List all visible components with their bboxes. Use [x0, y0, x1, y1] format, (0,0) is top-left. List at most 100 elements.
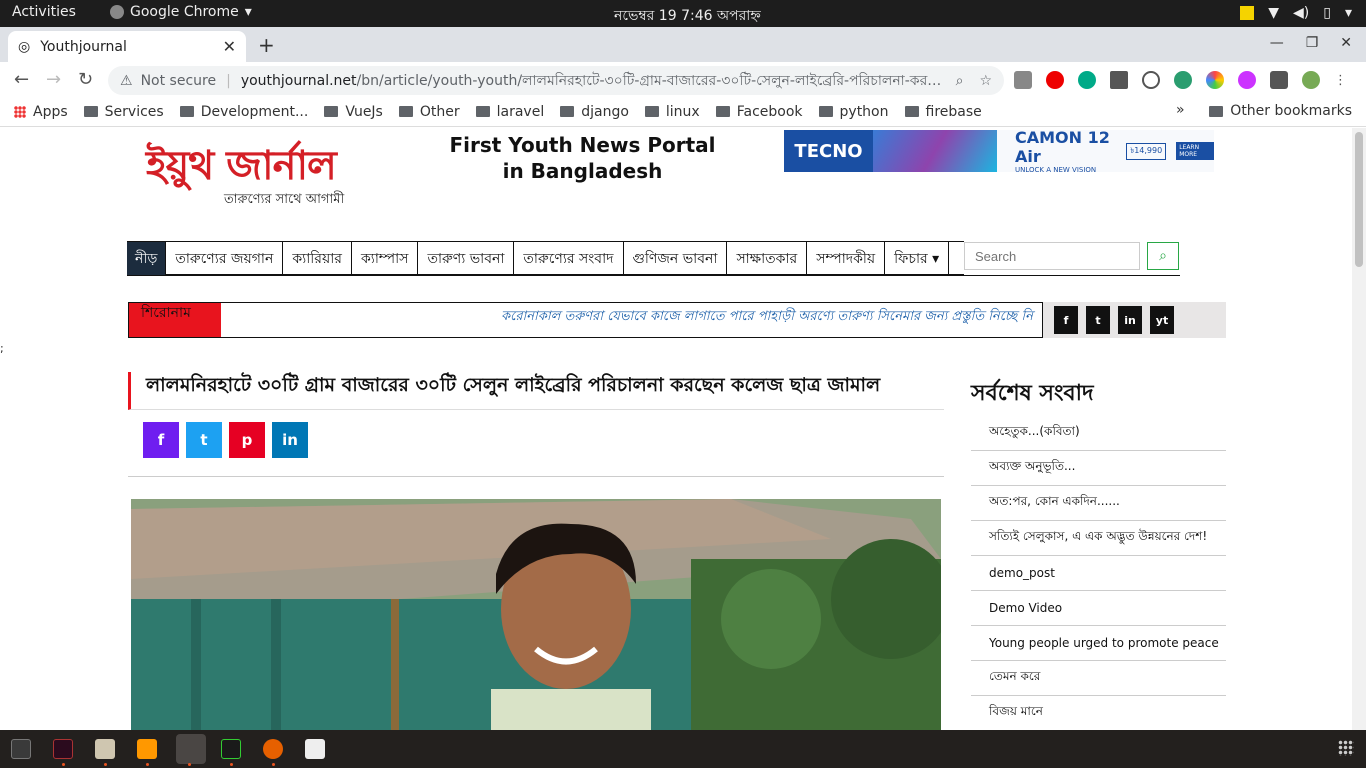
close-window-icon[interactable]: ✕: [1340, 35, 1352, 51]
site-search-input[interactable]: [964, 242, 1140, 270]
twitter-icon[interactable]: t: [1086, 306, 1110, 334]
nav-item[interactable]: তারুণ্যের জয়গান: [166, 242, 284, 275]
site-logo[interactable]: ইয়ুথ জার্নাল তারুণ্যের সাথে আগামী: [146, 144, 366, 214]
ad-banner[interactable]: TECNO CAMON 12 Air UNLOCK A NEW VISION ৳1…: [784, 128, 1214, 174]
restore-icon[interactable]: ❐: [1306, 35, 1319, 51]
terminal-icon[interactable]: [11, 739, 31, 759]
chevron-down-icon: ▾: [244, 4, 252, 20]
close-tab-icon[interactable]: ✕: [223, 37, 236, 56]
text-editor-icon[interactable]: [305, 739, 325, 759]
list-item[interactable]: তেমন করে: [971, 661, 1226, 696]
menu-icon[interactable]: ⋮: [1334, 73, 1347, 88]
warning-icon[interactable]: ⚠: [120, 73, 133, 89]
terminal-dark-icon[interactable]: [53, 739, 73, 759]
new-tab-button[interactable]: +: [258, 33, 275, 57]
color-icon[interactable]: [1206, 71, 1224, 89]
move-icon[interactable]: [1110, 71, 1128, 89]
list-item[interactable]: অব্যক্ত অনুভূতি...: [971, 451, 1226, 486]
vpn-icon[interactable]: [1142, 71, 1160, 89]
show-apps-icon[interactable]: [1338, 740, 1354, 756]
address-bar[interactable]: ⚠ Not secure | youthjournal.net /bn/arti…: [108, 66, 1004, 95]
url-path: /bn/article/youth-youth/লালমনিরহাটে-৩০টি…: [356, 72, 944, 89]
bookmark-folder[interactable]: Development...: [179, 104, 308, 120]
puzzle-icon[interactable]: [1270, 71, 1288, 89]
bookmark-label: VueJs: [345, 103, 383, 120]
zoom-icon[interactable]: ⌕: [956, 73, 964, 89]
search-icon[interactable]: ⌕: [1147, 242, 1179, 270]
bookmark-folder[interactable]: laravel: [475, 104, 544, 120]
reload-icon[interactable]: ↻: [78, 69, 93, 90]
linkedin-icon[interactable]: in: [1118, 306, 1142, 334]
mail-icon[interactable]: [1078, 71, 1096, 89]
nav-item[interactable]: তারুণ্য ভাবনা: [418, 242, 515, 275]
nav-item[interactable]: ক্যাম্পাস: [352, 242, 419, 275]
pycharm-icon[interactable]: [221, 739, 241, 759]
minimize-icon[interactable]: —: [1270, 35, 1284, 51]
facebook-icon[interactable]: f: [1054, 306, 1078, 334]
sublime-icon[interactable]: [137, 739, 157, 759]
list-item[interactable]: অত:পর, কোন একদিন......: [971, 486, 1226, 521]
share-facebook-icon[interactable]: f: [143, 422, 179, 458]
nav-item[interactable]: গুণিজন ভাবনা: [624, 242, 728, 275]
bookmark-folder[interactable]: django: [560, 104, 629, 120]
files-icon[interactable]: [95, 739, 115, 759]
bookmark-label: django: [581, 103, 629, 120]
list-item[interactable]: demo_post: [971, 556, 1226, 591]
list-item[interactable]: বিজয় মানে: [971, 696, 1226, 730]
activities-button[interactable]: Activities: [12, 4, 76, 20]
forward-icon[interactable]: →: [46, 69, 61, 90]
nav-feature-dropdown[interactable]: ফিচার ▾: [885, 242, 950, 275]
bookmark-apps[interactable]: Apps: [14, 104, 68, 120]
bookmarks-overflow-button[interactable]: »: [1176, 102, 1185, 118]
other-bookmarks[interactable]: Other bookmarks: [1209, 103, 1352, 119]
notes-icon[interactable]: [1240, 6, 1255, 20]
list-item[interactable]: সত্যিই সেলুকাস, এ এক অদ্ভুত উন্নয়নের দে…: [971, 521, 1226, 556]
nav-item[interactable]: সম্পাদকীয়: [807, 242, 886, 275]
share-twitter-icon[interactable]: t: [186, 422, 222, 458]
adblock-icon[interactable]: [1046, 71, 1064, 89]
clock[interactable]: নভেম্বর 19 7:46 অপরাহ্ন: [614, 4, 761, 28]
share-linkedin-icon[interactable]: in: [272, 422, 308, 458]
vue-icon[interactable]: [1174, 71, 1192, 89]
back-icon[interactable]: ←: [14, 69, 29, 90]
bookmark-folder[interactable]: Facebook: [715, 104, 803, 120]
share-pinterest-icon[interactable]: p: [229, 422, 265, 458]
nav-home[interactable]: নীড়: [127, 242, 167, 275]
url-domain: youthjournal.net: [240, 72, 357, 89]
star-icon[interactable]: ☆: [979, 73, 992, 89]
browser-toolbar: ← → ↻ ⚠ Not secure | youthjournal.net /b…: [0, 62, 1366, 97]
system-tray[interactable]: ▼ ◀) ▯ ▾: [1240, 5, 1352, 21]
bookmark-folder[interactable]: linux: [644, 104, 700, 120]
main-nav: নীড় তারুণ্যের জয়গান ক্যারিয়ার ক্যাম্প…: [127, 241, 964, 276]
battery-icon[interactable]: ▯: [1323, 5, 1331, 21]
news-ticker: শিরোনাম করোনাকাল তরুণরা যেভাবে কাজে লাগা…: [128, 302, 1043, 338]
camera-icon[interactable]: [1014, 71, 1032, 89]
firefox-icon[interactable]: [263, 739, 283, 759]
page-scrollbar[interactable]: [1352, 128, 1366, 730]
ticker-text[interactable]: করোনাকাল তরুণরা যেভাবে কাজে লাগাতে পারে …: [221, 303, 1042, 337]
list-item[interactable]: Demo Video: [971, 591, 1226, 626]
nav-item[interactable]: তারুণ্যের সংবাদ: [514, 242, 624, 275]
chevron-down-icon[interactable]: ▾: [1345, 5, 1352, 21]
bookmark-folder[interactable]: Services: [83, 104, 164, 120]
list-item[interactable]: অহেতুক...(কবিতা): [971, 416, 1226, 451]
youtube-icon[interactable]: yt: [1150, 306, 1174, 334]
bookmark-folder[interactable]: VueJs: [324, 104, 383, 120]
folder-icon: [715, 106, 730, 117]
chrome-dock-icon[interactable]: [176, 734, 206, 764]
bookmark-folder[interactable]: python: [818, 104, 889, 120]
app-menu[interactable]: Google Chrome ▾: [110, 4, 252, 20]
avatar[interactable]: [1302, 71, 1320, 89]
security-label[interactable]: Not secure: [141, 73, 217, 89]
nav-item[interactable]: ক্যারিয়ার: [283, 242, 352, 275]
nav-item[interactable]: সাক্ষাতকার: [727, 242, 808, 275]
browser-tab[interactable]: ◎ Youthjournal ✕: [8, 31, 246, 62]
pen-icon[interactable]: [1238, 71, 1256, 89]
article-photo: [131, 499, 941, 730]
volume-icon[interactable]: ◀): [1293, 5, 1309, 21]
bookmark-folder[interactable]: firebase: [904, 104, 982, 120]
wifi-icon[interactable]: ▼: [1268, 5, 1279, 21]
list-item[interactable]: Young people urged to promote peace: [971, 626, 1226, 661]
bookmark-folder[interactable]: Other: [398, 104, 460, 120]
scrollbar-thumb[interactable]: [1355, 132, 1363, 267]
